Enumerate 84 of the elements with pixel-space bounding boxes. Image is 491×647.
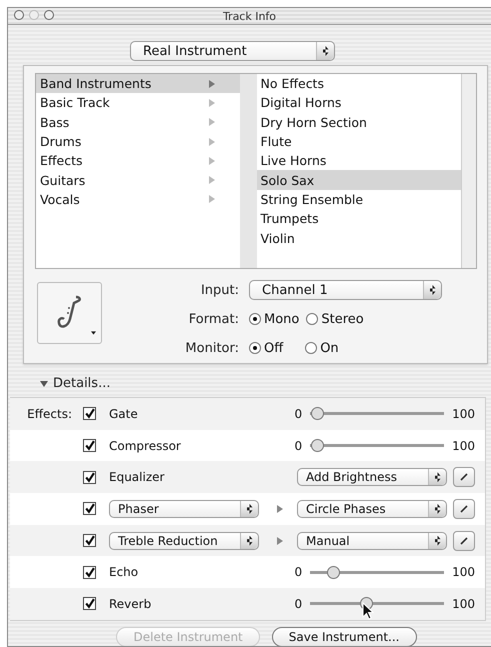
effect-checkbox[interactable] bbox=[83, 470, 96, 484]
arrow-icon bbox=[277, 536, 283, 545]
input-dropdown[interactable]: Channel 1 bbox=[249, 280, 442, 300]
arrow-icon bbox=[208, 138, 215, 146]
instrument-item[interactable]: Digital Horns bbox=[256, 93, 462, 113]
arrow-icon bbox=[208, 80, 215, 88]
edit-button[interactable] bbox=[453, 498, 475, 519]
close-button[interactable] bbox=[14, 10, 24, 20]
effect-checkbox[interactable] bbox=[83, 439, 96, 452]
instrument-icon-button[interactable] bbox=[37, 282, 102, 344]
arrow-icon bbox=[208, 156, 215, 165]
effect-dropdown[interactable]: Treble Reduction bbox=[109, 532, 259, 550]
preset-dropdown[interactable]: Manual bbox=[297, 532, 447, 550]
stepper-icon bbox=[428, 532, 446, 549]
instrument-item[interactable]: Violin bbox=[256, 228, 462, 248]
instrument-item[interactable]: Flute bbox=[256, 132, 462, 152]
instrument-item[interactable]: Live Horns bbox=[256, 151, 462, 170]
effect-name: Gate bbox=[109, 406, 138, 421]
slider-max: 100 bbox=[452, 565, 475, 580]
instrument-item[interactable]: No Effects bbox=[256, 74, 462, 94]
category-item[interactable]: Vocals bbox=[36, 190, 240, 210]
slider-max: 100 bbox=[452, 596, 475, 611]
format-radio[interactable]: Stereo bbox=[306, 312, 364, 326]
stepper-icon bbox=[428, 500, 446, 517]
pencil-icon bbox=[459, 472, 469, 482]
stepper-icon bbox=[316, 42, 334, 60]
monitor-radio[interactable]: Off bbox=[249, 340, 284, 356]
arrow-icon bbox=[208, 98, 215, 107]
window-title: Track Info bbox=[222, 10, 276, 22]
instrument-item[interactable]: Trumpets bbox=[256, 209, 462, 228]
edit-button[interactable] bbox=[453, 467, 475, 488]
preset-dropdown[interactable]: Add Brightness bbox=[297, 468, 447, 486]
stepper-icon bbox=[240, 500, 258, 517]
pencil-icon bbox=[459, 504, 469, 514]
category-item[interactable]: Bass bbox=[36, 112, 240, 132]
category-item[interactable]: Effects bbox=[36, 151, 240, 170]
stepper-icon bbox=[423, 281, 441, 299]
slider-min: 0 bbox=[294, 438, 302, 453]
save-instrument-button[interactable]: Save Instrument... bbox=[272, 626, 416, 646]
details-disclosure[interactable]: Details... bbox=[40, 376, 110, 391]
caret-icon bbox=[91, 331, 96, 335]
category-item[interactable]: Band Instruments bbox=[36, 74, 240, 94]
effect-name: Equalizer bbox=[109, 470, 164, 484]
monitor-radio[interactable]: On bbox=[305, 340, 339, 356]
format-radio[interactable]: Mono bbox=[249, 312, 300, 326]
monitor-label: Monitor: bbox=[184, 340, 239, 356]
stepper-icon bbox=[240, 532, 258, 549]
pencil-icon bbox=[459, 536, 469, 546]
effect-dropdown[interactable]: Phaser bbox=[109, 500, 259, 518]
track-type-dropdown[interactable]: Real Instrument bbox=[130, 41, 335, 61]
effects-label: Effects: bbox=[26, 406, 72, 421]
arrow-icon bbox=[208, 118, 215, 126]
category-item[interactable]: Drums bbox=[36, 132, 240, 152]
stepper-icon bbox=[428, 469, 446, 486]
slider-min: 0 bbox=[294, 565, 302, 580]
effect-checkbox[interactable] bbox=[83, 534, 96, 548]
category-item[interactable]: Guitars bbox=[36, 170, 240, 190]
arrow-icon bbox=[208, 176, 215, 184]
instrument-item[interactable]: Dry Horn Section bbox=[256, 112, 462, 132]
slider-thumb[interactable] bbox=[310, 407, 324, 420]
arrow-icon bbox=[277, 504, 283, 513]
instrument-item[interactable]: Solo Sax bbox=[256, 170, 462, 190]
preset-dropdown[interactable]: Circle Phases bbox=[297, 500, 447, 518]
effect-name: Reverb bbox=[109, 596, 152, 611]
effect-checkbox[interactable] bbox=[83, 597, 96, 610]
slider-thumb[interactable] bbox=[326, 566, 340, 579]
effect-checkbox[interactable] bbox=[83, 502, 96, 516]
input-label: Input: bbox=[200, 282, 239, 298]
arrow-icon bbox=[208, 195, 215, 204]
instrument-item[interactable]: String Ensemble bbox=[256, 190, 462, 210]
category-item[interactable]: Basic Track bbox=[36, 93, 240, 113]
effect-checkbox[interactable] bbox=[83, 407, 96, 420]
slider-thumb[interactable] bbox=[310, 439, 324, 452]
effect-name: Compressor bbox=[109, 438, 181, 453]
zoom-button[interactable] bbox=[44, 10, 54, 20]
slider-max: 100 bbox=[452, 406, 475, 421]
mouse-pointer-icon bbox=[362, 602, 374, 620]
format-label: Format: bbox=[188, 312, 239, 326]
slider-min: 0 bbox=[294, 406, 302, 421]
effect-name: Echo bbox=[109, 565, 138, 580]
slider-max: 100 bbox=[452, 438, 475, 453]
edit-button[interactable] bbox=[453, 530, 475, 551]
slider-min: 0 bbox=[294, 596, 302, 611]
effect-checkbox[interactable] bbox=[83, 566, 96, 579]
